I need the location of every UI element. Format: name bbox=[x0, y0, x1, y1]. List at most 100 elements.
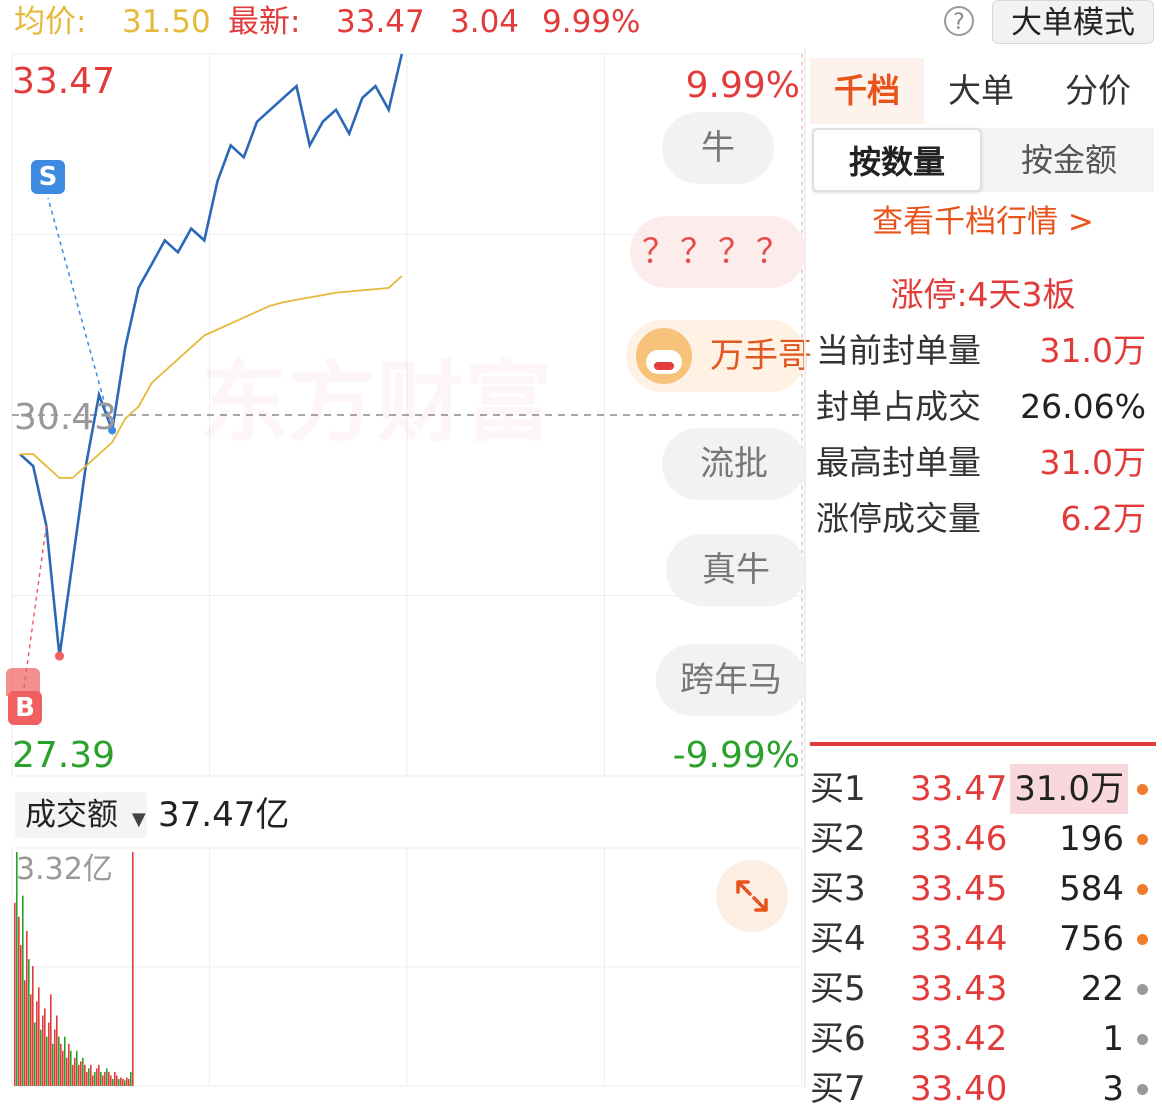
comment-tag-bg[interactable]: 万手哥 bbox=[626, 320, 812, 392]
volume-bar bbox=[124, 1080, 126, 1086]
order-book-row[interactable]: 买2 33.46 196 bbox=[810, 814, 1162, 864]
order-dot-icon bbox=[1137, 1084, 1148, 1095]
volume-bar bbox=[62, 1050, 64, 1086]
level-name: 买2 bbox=[810, 819, 866, 859]
expand-button[interactable] bbox=[716, 860, 788, 932]
volume-bar bbox=[60, 1043, 62, 1086]
pct-low-label: -9.99% bbox=[672, 735, 800, 776]
sell-marker-icon[interactable]: S bbox=[31, 160, 65, 194]
volume-bar bbox=[50, 994, 52, 1086]
volume-bar bbox=[28, 959, 30, 1086]
comment-tag[interactable]: 牛 bbox=[662, 112, 774, 184]
volume-chart-svg bbox=[11, 847, 803, 1087]
volume-bar bbox=[80, 1061, 82, 1086]
order-dot-icon bbox=[1137, 1034, 1148, 1045]
avg-price-label: 均价: bbox=[14, 4, 87, 40]
stat-value: 31.0万 bbox=[1039, 331, 1146, 370]
volume-bar bbox=[26, 930, 28, 1086]
volume-max-label: 3.32亿 bbox=[16, 852, 113, 887]
order-dot-icon bbox=[1137, 834, 1148, 845]
level-qty: 584 bbox=[1059, 869, 1124, 909]
order-book-divider bbox=[810, 742, 1156, 746]
order-book-row[interactable]: 买4 33.44 756 bbox=[810, 914, 1162, 964]
stat-label: 最高封单量 bbox=[816, 443, 981, 482]
price-low-label: 27.39 bbox=[12, 735, 116, 776]
volume-chart[interactable]: 3.32亿 bbox=[0, 846, 806, 1088]
volume-bar bbox=[40, 1029, 42, 1086]
comment-tag-label: 万手哥 bbox=[710, 336, 812, 376]
volume-bar bbox=[30, 994, 32, 1086]
volume-bar bbox=[116, 1075, 118, 1086]
volume-bar bbox=[70, 1050, 72, 1086]
level-name: 买5 bbox=[810, 969, 866, 1009]
volume-total: 37.47亿 bbox=[158, 795, 290, 835]
price-change-pct: 9.99% bbox=[542, 4, 641, 40]
stat-value: 6.2万 bbox=[1060, 499, 1146, 538]
view-thousand-levels-link[interactable]: 查看千档行情 > bbox=[812, 200, 1154, 244]
volume-bar bbox=[52, 1043, 54, 1086]
comment-tag[interactable]: ？？？？ bbox=[630, 216, 806, 288]
order-dot-icon bbox=[1137, 884, 1148, 895]
volume-bar bbox=[88, 1068, 90, 1086]
stat-row: 当前封单量 31.0万 bbox=[816, 324, 1150, 378]
volume-bar bbox=[18, 916, 20, 1086]
quote-header: 均价: 31.50 最新: 33.47 3.04 9.99% ? 大单模式 bbox=[0, 0, 1162, 48]
order-dot-icon bbox=[1137, 934, 1148, 945]
level-name: 买3 bbox=[810, 869, 866, 909]
avg-price-value: 31.50 bbox=[122, 4, 211, 40]
stat-label: 当前封单量 bbox=[816, 331, 981, 370]
level-price: 33.46 bbox=[910, 819, 1008, 859]
stat-label: 涨停成交量 bbox=[816, 499, 981, 538]
volume-bar bbox=[120, 1077, 122, 1086]
comment-tag[interactable]: 真牛 bbox=[666, 534, 806, 606]
sell-marker-line bbox=[47, 197, 113, 431]
big-order-mode-button[interactable]: 大单模式 bbox=[992, 0, 1154, 44]
price-change: 3.04 bbox=[450, 4, 520, 40]
volume-selector[interactable]: 成交额 ▼ bbox=[15, 792, 147, 838]
volume-bar bbox=[98, 1064, 100, 1086]
volume-bar bbox=[20, 945, 22, 1086]
tab-big-orders[interactable]: 大单 bbox=[926, 58, 1036, 124]
volume-bar bbox=[132, 852, 134, 1086]
prev-close-label: 30.43 bbox=[14, 397, 118, 438]
segment-by-quantity[interactable]: 按数量 bbox=[812, 128, 982, 192]
tab-price-distribution[interactable]: 分价 bbox=[1040, 58, 1156, 124]
volume-bar bbox=[122, 1078, 124, 1086]
order-book-row[interactable]: 买3 33.45 584 bbox=[810, 864, 1162, 914]
buy-point bbox=[55, 651, 64, 661]
level-qty: 3 bbox=[1102, 1069, 1124, 1109]
level-price: 33.45 bbox=[910, 869, 1008, 909]
order-book-row[interactable]: 买7 33.40 3 bbox=[810, 1064, 1162, 1114]
comment-tag[interactable]: 流批 bbox=[662, 428, 806, 500]
panel-divider bbox=[804, 48, 806, 1088]
comment-tag[interactable]: 跨年马 bbox=[656, 644, 806, 716]
order-book-row[interactable]: 买5 33.43 22 bbox=[810, 964, 1162, 1014]
volume-bar bbox=[48, 1022, 50, 1086]
volume-bar bbox=[56, 1015, 58, 1086]
volume-bar bbox=[36, 1001, 38, 1086]
volume-bar bbox=[106, 1068, 108, 1086]
price-high-label: 33.47 bbox=[12, 61, 116, 102]
order-book-row[interactable]: 买1 33.47 31.0万 bbox=[810, 764, 1162, 814]
segment-by-amount[interactable]: 按金额 bbox=[984, 128, 1154, 192]
volume-bar bbox=[102, 1075, 104, 1086]
intraday-chart[interactable]: 33.47 9.99% 30.43 27.39 -9.99% 东方财富 S B … bbox=[0, 48, 812, 782]
level-qty: 31.0万 bbox=[1010, 764, 1128, 814]
help-icon[interactable]: ? bbox=[944, 6, 974, 36]
watermark: 东方财富 bbox=[200, 351, 553, 454]
volume-bar bbox=[104, 1071, 106, 1086]
stat-value: 26.06% bbox=[1020, 387, 1146, 426]
expand-icon bbox=[736, 880, 768, 912]
volume-bar bbox=[34, 1022, 36, 1086]
tab-thousand-levels[interactable]: 千档 bbox=[810, 58, 924, 124]
order-book-row[interactable]: 买6 33.42 1 bbox=[810, 1014, 1162, 1064]
volume-bar bbox=[66, 1057, 68, 1086]
latest-price-label: 最新: bbox=[228, 4, 301, 40]
order-dot-icon bbox=[1137, 984, 1148, 995]
volume-bar bbox=[114, 1071, 116, 1086]
buy-marker-icon[interactable]: B bbox=[8, 691, 42, 725]
volume-bar bbox=[64, 1036, 66, 1086]
volume-bar bbox=[84, 1064, 86, 1086]
volume-bar bbox=[108, 1071, 110, 1086]
volume-bar bbox=[32, 966, 34, 1086]
